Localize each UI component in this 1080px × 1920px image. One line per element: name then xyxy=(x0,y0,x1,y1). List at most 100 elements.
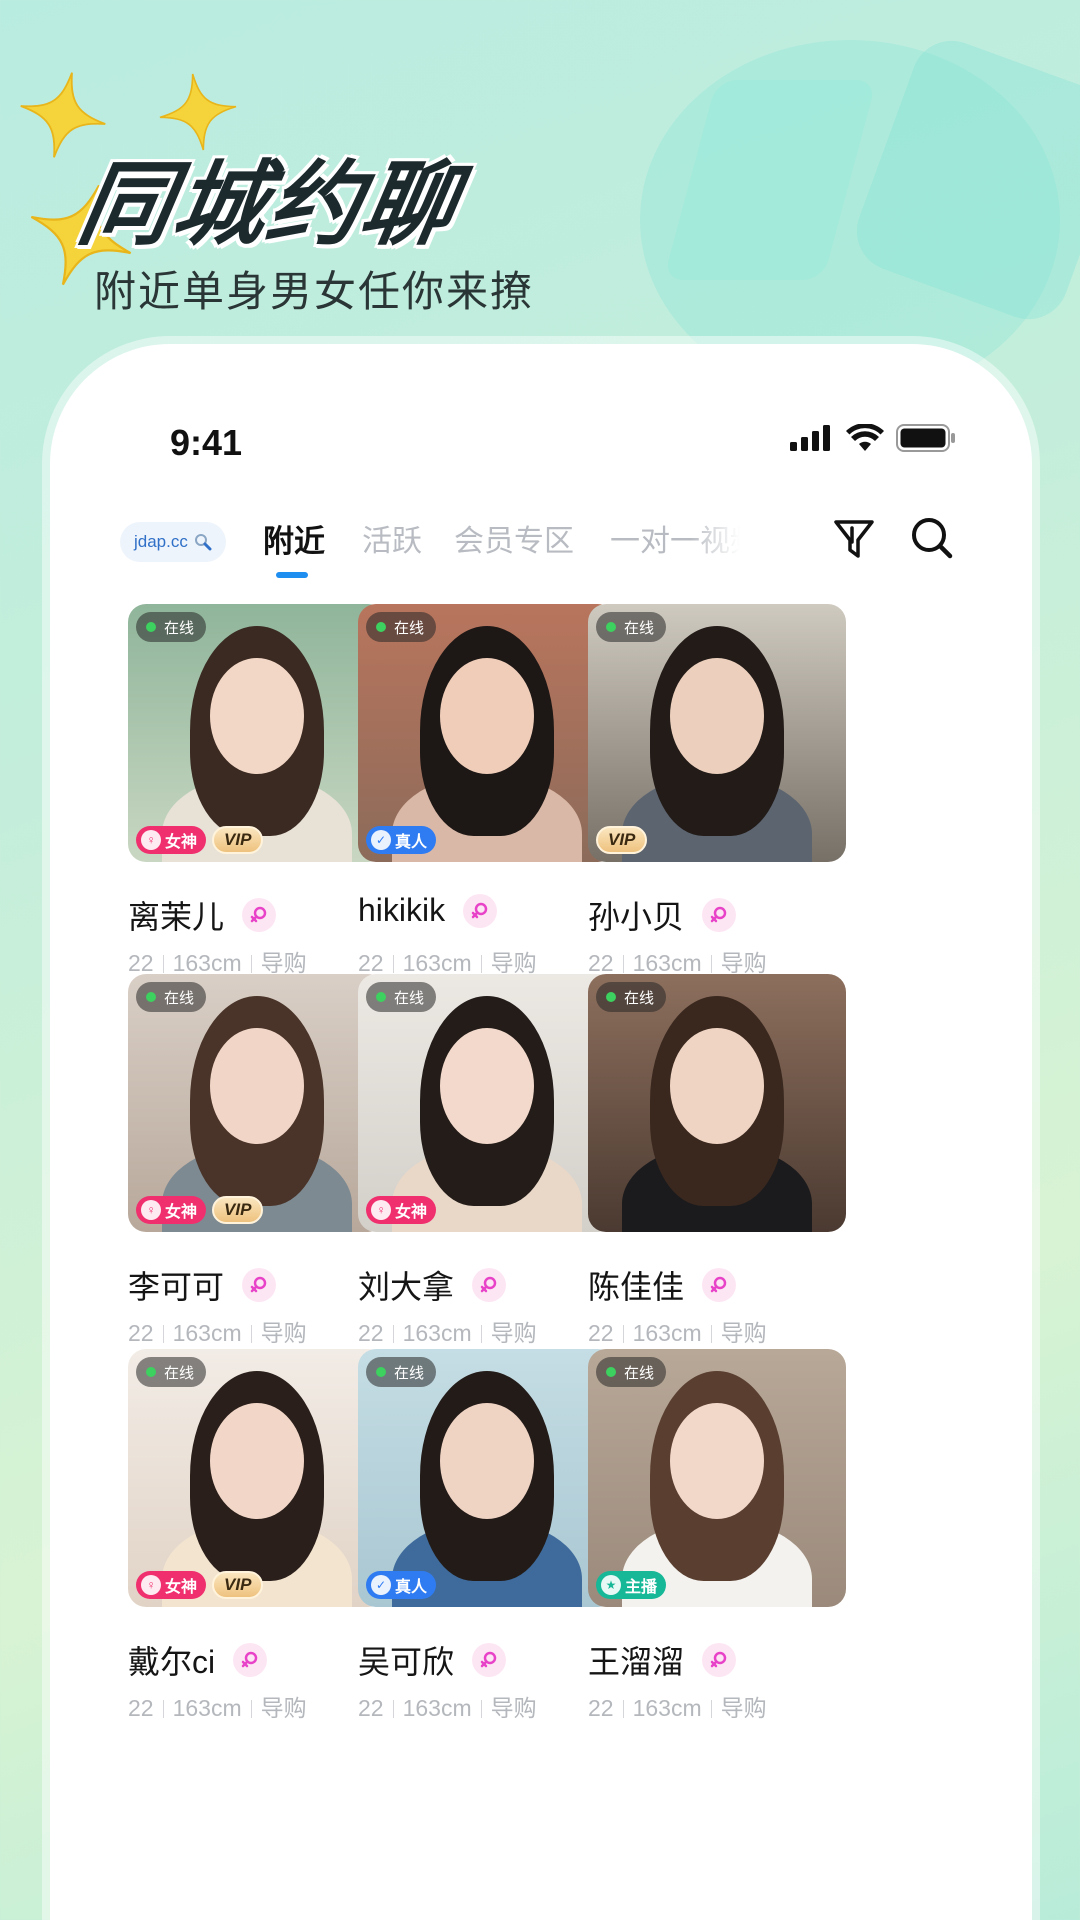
profile-photo[interactable]: 在线 ✓ 真人 xyxy=(358,604,616,862)
profile-age: 22 xyxy=(588,950,614,976)
battery-icon xyxy=(896,424,955,452)
badge-row: ♀ 女神 xyxy=(366,1196,437,1224)
profile-age: 22 xyxy=(358,950,384,976)
status-bar: 9:41 xyxy=(50,344,1032,463)
online-dot xyxy=(606,622,616,632)
promo-subtitle: 附近单身男女任你来撩 xyxy=(94,267,535,316)
vip-badge: VIP xyxy=(596,826,648,854)
profile-job: 导购 xyxy=(720,950,767,976)
profile-photo[interactable]: 在线 xyxy=(588,974,846,1232)
profile-photo[interactable]: 在线 ♀ 女神 VIP xyxy=(128,604,386,862)
photo-face xyxy=(210,1403,304,1519)
badge-icon: ★ xyxy=(601,1575,621,1595)
badge-label: 真人 xyxy=(395,1579,428,1596)
profile-name: 刘大拿 xyxy=(358,1269,455,1305)
profile-photo[interactable]: 在线 ♀ 女神 xyxy=(358,974,616,1232)
profile-photo[interactable]: 在线 VIP xyxy=(588,604,846,862)
online-label: 在线 xyxy=(164,989,195,1007)
female-gender-icon xyxy=(702,1268,737,1302)
profile-height: 163cm xyxy=(632,1320,702,1346)
online-status-badge: 在线 xyxy=(136,982,207,1012)
profile-name-row: 王溜溜 xyxy=(588,1637,737,1683)
profile-name-row: 孙小贝 xyxy=(588,892,737,938)
vip-badge: VIP xyxy=(212,826,264,854)
online-label: 在线 xyxy=(394,619,425,637)
search-icon[interactable] xyxy=(908,514,956,562)
profile-name: 孙小贝 xyxy=(588,899,685,935)
tag-badge: ♀ 女神 xyxy=(136,1571,207,1599)
badge-icon: ♀ xyxy=(141,830,161,850)
filter-icon[interactable] xyxy=(830,514,878,562)
tag-badge: ♀ 女神 xyxy=(366,1196,437,1224)
profile-name-row: 吴可欣 xyxy=(358,1637,507,1683)
profile-job: 导购 xyxy=(490,1320,537,1346)
profile-name: 李可可 xyxy=(128,1269,225,1305)
badge-label: VIP xyxy=(224,1200,252,1219)
profile-name: 离茉儿 xyxy=(128,899,225,935)
online-label: 在线 xyxy=(624,989,655,1007)
search-icon xyxy=(194,534,212,551)
badge-row: ✓ 真人 xyxy=(366,826,437,854)
tab-vip-zone[interactable]: 会员专区 xyxy=(454,516,574,560)
profile-age: 22 xyxy=(128,1695,154,1721)
badge-row: VIP xyxy=(596,826,648,854)
online-dot xyxy=(376,992,386,1002)
tab-active[interactable]: 活跃 xyxy=(362,516,422,560)
badge-label: VIP xyxy=(608,830,636,849)
online-dot xyxy=(146,1367,156,1377)
online-label: 在线 xyxy=(164,619,195,637)
badge-icon: ✓ xyxy=(371,830,391,850)
profile-photo[interactable]: 在线 ✓ 真人 xyxy=(358,1349,616,1607)
badge-label: 女神 xyxy=(165,1204,198,1221)
tab-nearby[interactable]: 附近 xyxy=(263,516,325,561)
badge-row: ✓ 真人 xyxy=(366,1571,437,1599)
tag-badge: ✓ 真人 xyxy=(366,1571,437,1599)
badge-row: ♀ 女神 VIP xyxy=(136,1196,264,1224)
profile-photo[interactable]: 在线 ★ 主播 xyxy=(588,1349,846,1607)
profile-age: 22 xyxy=(588,1695,614,1721)
divider xyxy=(622,955,624,973)
photo-face xyxy=(210,658,304,774)
photo-face xyxy=(670,658,764,774)
online-status-badge: 在线 xyxy=(366,1357,437,1387)
divider xyxy=(710,1325,712,1343)
online-dot xyxy=(146,992,156,1002)
profile-height: 163cm xyxy=(402,1320,472,1346)
profile-meta: 22 163cm 导购 xyxy=(588,1689,767,1723)
divider xyxy=(250,955,252,973)
female-gender-icon xyxy=(702,898,737,932)
signal-icon xyxy=(790,425,830,451)
watermark-text: jdap.cc xyxy=(134,532,188,551)
watermark-label: jdap.cc xyxy=(120,522,226,562)
online-label: 在线 xyxy=(394,989,425,1007)
badge-label: 真人 xyxy=(395,834,428,851)
profile-meta: 22 163cm 导购 xyxy=(128,1689,307,1723)
badge-label: 女神 xyxy=(165,834,198,851)
online-status-badge: 在线 xyxy=(596,982,667,1012)
profile-height: 163cm xyxy=(402,1695,472,1721)
profile-meta: 22 163cm 导购 xyxy=(588,944,767,978)
online-label: 在线 xyxy=(164,1364,195,1382)
tag-badge: ✓ 真人 xyxy=(366,826,437,854)
profile-age: 22 xyxy=(358,1320,384,1346)
divider xyxy=(622,1700,624,1718)
profile-name-row: 刘大拿 xyxy=(358,1262,507,1308)
profile-job: 导购 xyxy=(490,1695,537,1721)
profile-meta: 22 163cm 导购 xyxy=(358,944,537,978)
profile-photo[interactable]: 在线 ♀ 女神 VIP xyxy=(128,974,386,1232)
online-status-badge: 在线 xyxy=(136,612,207,642)
photo-face xyxy=(440,1028,534,1144)
online-status-badge: 在线 xyxy=(366,612,437,642)
status-icons xyxy=(790,424,956,452)
profile-meta: 22 163cm 导购 xyxy=(588,1314,767,1348)
profile-job: 导购 xyxy=(260,1320,307,1346)
tag-badge: ★ 主播 xyxy=(596,1571,667,1599)
profile-meta: 22 163cm 导购 xyxy=(128,1314,307,1348)
profile-name: 陈佳佳 xyxy=(588,1269,685,1305)
divider xyxy=(162,1700,164,1718)
online-dot xyxy=(376,622,386,632)
badge-label: 主播 xyxy=(625,1579,658,1596)
profile-age: 22 xyxy=(128,1320,154,1346)
profile-name-row: 陈佳佳 xyxy=(588,1262,737,1308)
profile-photo[interactable]: 在线 ♀ 女神 VIP xyxy=(128,1349,386,1607)
